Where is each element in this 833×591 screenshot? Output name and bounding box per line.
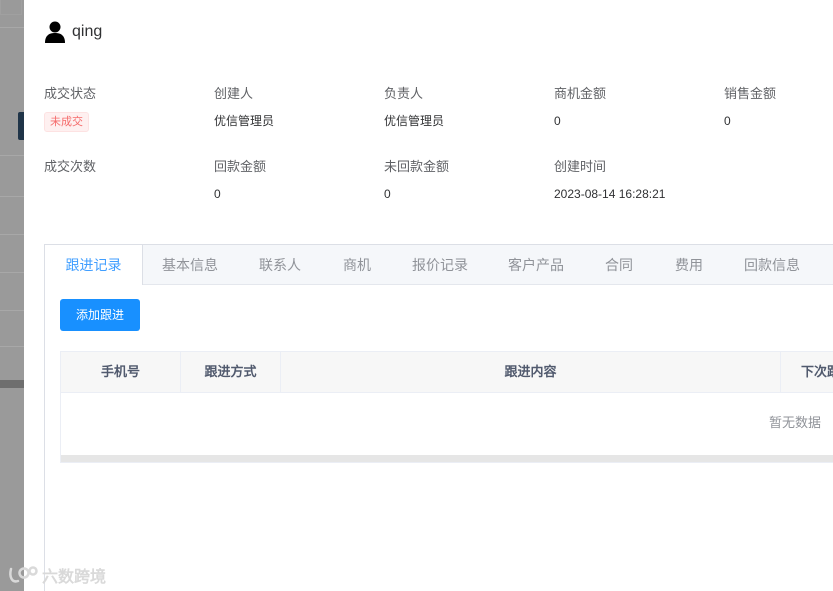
field-value: 0 [724, 114, 731, 128]
drawer-header: qing [44, 20, 102, 44]
field-label: 未回款金额 [384, 159, 450, 174]
watermark: 六数跨境 [8, 563, 106, 587]
horizontal-scrollbar[interactable] [61, 455, 833, 462]
user-icon [44, 20, 66, 44]
tab-quote-records[interactable]: 报价记录 [392, 245, 488, 284]
field-label: 回款金额 [214, 159, 267, 174]
column-next-follow-up[interactable]: 下次跟 [781, 352, 833, 392]
status-badge: 未成交 [44, 112, 89, 132]
background-box [0, 0, 22, 15]
field-value: 优信管理员 [214, 114, 275, 128]
field-label: 销售金额 [724, 86, 777, 101]
background-divider [0, 155, 24, 156]
background-divider [0, 196, 24, 197]
tab-contracts[interactable]: 合同 [584, 245, 654, 284]
field-creator: 创建人 优信管理员 [214, 86, 374, 128]
table-header: 手机号 跟进方式 跟进内容 下次跟 [61, 352, 833, 393]
field-value: 优信管理员 [384, 114, 445, 128]
add-follow-up-button[interactable]: 添加跟进 [60, 299, 140, 331]
background-divider [0, 234, 24, 235]
customer-detail-drawer: qing 成交状态 未成交 创建人 优信管理员 负责人 优信管理员 商机金额 0… [24, 0, 833, 591]
column-follow-up-method[interactable]: 跟进方式 [181, 352, 281, 392]
background-divider [0, 346, 24, 347]
watermark-logo-icon [9, 566, 38, 583]
column-follow-up-content[interactable]: 跟进内容 [281, 352, 781, 392]
background-scrollbar [0, 380, 24, 388]
tab-customer-products[interactable]: 客户产品 [488, 245, 584, 284]
field-label: 负责人 [384, 86, 424, 101]
field-owner: 负责人 优信管理员 [384, 86, 544, 128]
field-label: 商机金额 [554, 86, 607, 101]
field-opportunity-amount: 商机金额 0 [554, 86, 714, 128]
field-label: 成交次数 [44, 159, 97, 174]
tab-basic-info[interactable]: 基本信息 [142, 245, 238, 284]
field-unpaid-amount: 未回款金额 0 [384, 159, 544, 201]
tab-contacts[interactable]: 联系人 [238, 245, 322, 284]
empty-placeholder: 暂无数据 [768, 415, 821, 430]
background-divider [0, 272, 24, 273]
field-deal-status: 成交状态 未成交 [44, 86, 204, 132]
follow-up-table: 手机号 跟进方式 跟进内容 下次跟 暂无数据 [60, 351, 833, 463]
customer-name: qing [72, 23, 103, 40]
tab-opportunities[interactable]: 商机 [322, 245, 392, 284]
field-value: 0 [554, 114, 561, 128]
field-label: 成交状态 [44, 86, 97, 101]
field-sales-amount: 销售金额 0 [724, 86, 824, 128]
field-created-time: 创建时间 2023-08-14 16:28:21 [554, 159, 714, 201]
background-page [0, 0, 24, 591]
background-divider [0, 310, 24, 311]
field-payment-amount: 回款金额 0 [214, 159, 374, 201]
watermark-text: 六数跨境 [42, 569, 107, 586]
field-value: 0 [384, 187, 391, 201]
detail-tabs: 跟进记录 基本信息 联系人 商机 报价记录 客户产品 合同 费用 回款信息 添加… [44, 244, 833, 591]
field-label: 创建人 [214, 86, 254, 101]
field-label: 创建时间 [554, 159, 607, 174]
field-value: 0 [214, 187, 221, 201]
column-phone[interactable]: 手机号 [61, 352, 181, 392]
background-divider [0, 27, 24, 28]
field-value: 2023-08-14 16:28:21 [554, 187, 666, 201]
tab-expenses[interactable]: 费用 [654, 245, 724, 284]
field-deal-count: 成交次数 [44, 159, 204, 187]
tab-bar: 跟进记录 基本信息 联系人 商机 报价记录 客户产品 合同 费用 回款信息 [45, 245, 833, 285]
tab-follow-up-records[interactable]: 跟进记录 [45, 245, 143, 285]
tab-payment-info[interactable]: 回款信息 [724, 245, 820, 284]
